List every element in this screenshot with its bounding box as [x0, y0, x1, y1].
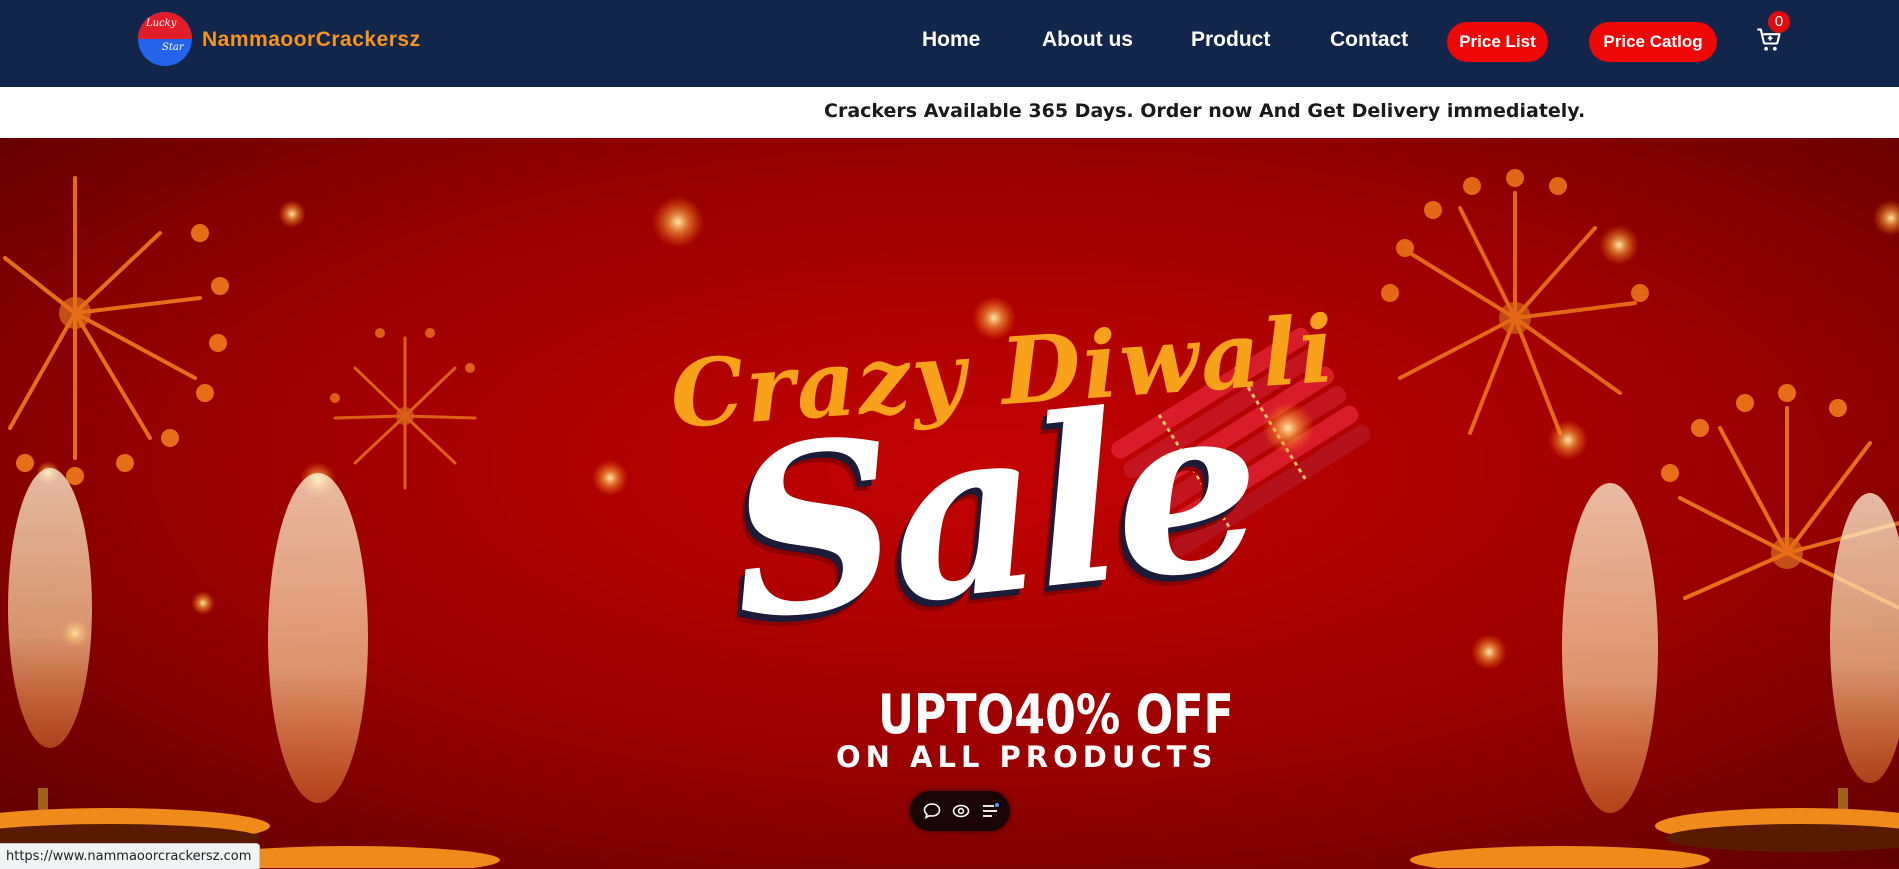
- logo-text-bottom: Star: [162, 42, 184, 53]
- price-list-button[interactable]: Price List: [1447, 22, 1548, 62]
- hero-banner: Crazy Diwali Sale UPTO40% OFF ON ALL PRO…: [0, 138, 1899, 868]
- nav-home[interactable]: Home: [922, 28, 980, 52]
- menu-icon[interactable]: [980, 801, 1000, 821]
- site-header: Lucky Star NammaoorCrackersz Home About …: [0, 0, 1899, 87]
- hero-subline: ON ALL PRODUCTS: [836, 740, 1218, 774]
- hero-offer: UPTO40% OFF: [878, 683, 1234, 746]
- nav-about-us[interactable]: About us: [1042, 28, 1133, 52]
- eye-icon[interactable]: [951, 801, 971, 821]
- price-catalog-button[interactable]: Price Catlog: [1589, 22, 1717, 62]
- nav-product[interactable]: Product: [1191, 28, 1270, 52]
- chat-icon[interactable]: [922, 801, 942, 821]
- cart-count-badge: 0: [1768, 11, 1790, 33]
- brand-name[interactable]: NammaoorCrackersz: [202, 28, 421, 52]
- floating-toolbar: [910, 791, 1010, 831]
- status-bar-url: https://www.nammaoorcrackersz.com: [0, 843, 261, 869]
- hero-title: Sale: [717, 349, 1268, 673]
- logo[interactable]: Lucky Star: [138, 12, 192, 66]
- logo-text-top: Lucky: [146, 18, 177, 29]
- announcement-bar: Crackers Available 365 Days. Order now A…: [0, 87, 1899, 139]
- nav-contact[interactable]: Contact: [1330, 28, 1408, 52]
- announcement-text: Crackers Available 365 Days. Order now A…: [824, 100, 1586, 122]
